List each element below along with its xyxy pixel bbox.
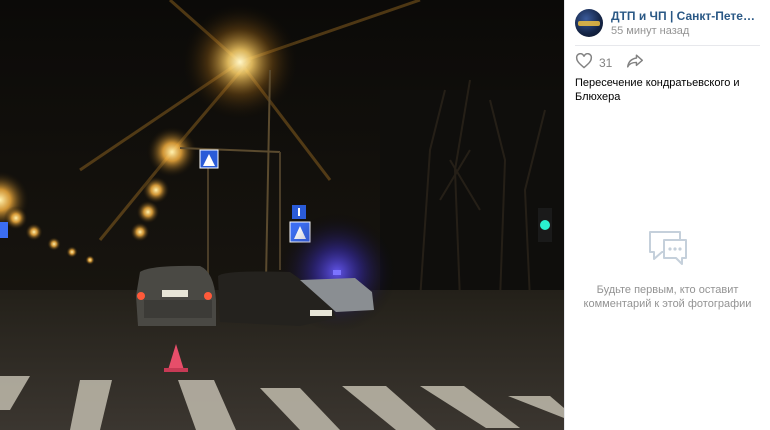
share-arrow-icon [626,53,644,74]
photo[interactable] [0,0,564,430]
post-actions: 31 [565,46,770,80]
author-info: ДТП и ЧП | Санкт-Петербург | Питер 55 ми… [611,9,760,37]
like-count: 31 [599,56,613,70]
sidebar: ДТП и ЧП | Санкт-Петербург | Питер 55 ми… [564,0,770,430]
author-name-link[interactable]: ДТП и ЧП | Санкт-Петербург | Питер [611,9,760,23]
author-header: ДТП и ЧП | Санкт-Петербург | Питер 55 ми… [565,0,770,41]
avatar[interactable] [575,9,603,37]
empty-comments-line-1: Будьте первым, кто оставит [596,284,739,296]
empty-comments: Будьте первым, кто оставит комментарий к… [565,228,770,311]
comment-bubble-icon [646,231,690,272]
empty-comments-line-2: комментарий к этой фотографии [583,298,752,310]
car-silver [136,265,216,326]
photo-viewer: ДТП и ЧП | Санкт-Петербург | Питер 55 ми… [0,0,770,430]
post-caption: Пересечение кондратьевского и Блюхера [575,77,740,103]
photo-scene [0,0,564,430]
share-button[interactable] [626,53,644,74]
empty-comments-text: Будьте первым, кто оставит комментарий к… [565,283,770,311]
like-button[interactable]: 31 [575,52,613,74]
post-time[interactable]: 55 минут назад [611,25,760,37]
heart-icon [575,52,593,74]
